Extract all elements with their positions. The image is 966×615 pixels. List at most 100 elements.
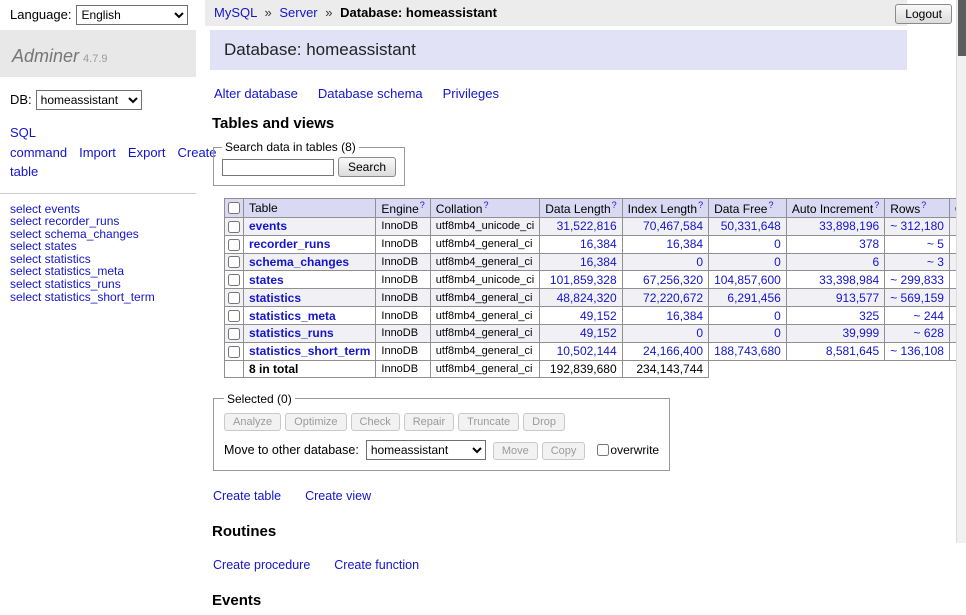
move-button[interactable]: Move [493,442,538,460]
rows-value[interactable]: ~ 5 [927,237,944,251]
logout-button[interactable]: Logout [895,4,952,24]
auto-increment-value[interactable]: 6 [873,255,880,269]
data-length-value[interactable]: 16,384 [580,237,617,251]
row-checkbox[interactable] [228,328,240,340]
table-link-statistics[interactable]: statistics [249,291,301,305]
copy-button[interactable]: Copy [542,442,586,460]
create-link-create-view[interactable]: Create view [305,489,371,503]
help-icon[interactable]: ? [698,200,703,210]
breadcrumb-server[interactable]: Server [279,5,317,20]
data-free-value[interactable]: 6,291,456 [727,291,780,305]
rows-value[interactable]: ~ 569,159 [890,291,944,305]
search-input[interactable] [222,159,334,176]
index-length-value[interactable]: 72,220,672 [643,291,703,305]
overwrite-checkbox[interactable] [597,444,609,456]
column-header-rows[interactable]: Rows? [885,199,950,218]
row-checkbox[interactable] [228,221,240,233]
table-link-statistics-meta[interactable]: statistics_meta [249,309,336,323]
help-icon[interactable]: ? [921,200,926,210]
index-length-value[interactable]: 0 [696,326,703,340]
index-length-value[interactable]: 16,384 [666,237,703,251]
db-action-link-alter-database[interactable]: Alter database [214,86,298,101]
data-free-value[interactable]: 0 [774,309,781,323]
sidebar-link-import[interactable]: Import [79,145,116,160]
data-length-value[interactable]: 101,859,328 [550,273,617,287]
auto-increment-value[interactable]: 33,398,984 [819,273,879,287]
search-button[interactable]: Search [338,157,396,177]
column-header-auto-increment[interactable]: Auto Increment? [786,199,884,218]
help-icon[interactable]: ? [874,200,879,210]
column-header-data-length[interactable]: Data Length? [540,199,622,218]
row-checkbox[interactable] [228,292,240,304]
index-length-value[interactable]: 70,467,584 [643,219,703,233]
row-checkbox[interactable] [228,274,240,286]
rows-value[interactable]: ~ 299,833 [890,273,944,287]
column-header-table[interactable]: Table [244,199,376,218]
auto-increment-value[interactable]: 378 [859,237,879,251]
row-checkbox[interactable] [228,256,240,268]
data-free-value[interactable]: 50,331,648 [721,219,781,233]
help-icon[interactable]: ? [612,200,617,210]
sidebar-table-link-select-recorder-runs[interactable]: select recorder_runs [10,215,196,228]
row-checkbox[interactable] [228,346,240,358]
truncate-button[interactable]: Truncate [458,413,519,431]
rows-value[interactable]: ~ 244 [914,309,944,323]
routine-link-create-procedure[interactable]: Create procedure [213,558,310,572]
auto-increment-value[interactable]: 913,577 [836,291,879,305]
help-icon[interactable]: ? [420,200,425,210]
data-length-value[interactable]: 16,384 [580,255,617,269]
data-length-value[interactable]: 49,152 [580,309,617,323]
db-action-link-database-schema[interactable]: Database schema [318,86,423,101]
breadcrumb-mysql[interactable]: MySQL [214,5,257,20]
db-action-link-privileges[interactable]: Privileges [443,86,499,101]
data-length-value[interactable]: 31,522,816 [557,219,617,233]
drop-button[interactable]: Drop [523,413,565,431]
index-length-value[interactable]: 0 [696,255,703,269]
row-checkbox[interactable] [228,239,240,251]
create-link-create-table[interactable]: Create table [213,489,281,503]
rows-value[interactable]: ~ 312,180 [890,219,944,233]
table-link-recorder-runs[interactable]: recorder_runs [249,237,330,251]
sidebar-table-link-select-statistics-short-term[interactable]: select statistics_short_term [10,291,196,304]
move-database-select[interactable]: homeassistant [366,440,486,460]
index-length-value[interactable]: 16,384 [666,309,703,323]
help-icon[interactable]: ? [483,200,488,210]
data-length-value[interactable]: 10,502,144 [557,344,617,358]
row-checkbox[interactable] [228,310,240,322]
sidebar-link-export[interactable]: Export [128,145,166,160]
scrollbar-thumb[interactable] [958,0,966,56]
help-icon[interactable]: ? [768,200,773,210]
sidebar-link-sql-command[interactable]: SQL command [10,125,67,160]
auto-increment-value[interactable]: 325 [859,309,879,323]
data-free-value[interactable]: 0 [774,237,781,251]
column-header-index-length[interactable]: Index Length? [622,199,708,218]
table-link-states[interactable]: states [249,273,284,287]
data-free-value[interactable]: 104,857,600 [714,273,781,287]
language-select[interactable]: English [76,5,188,25]
table-link-statistics-runs[interactable]: statistics_runs [249,326,334,340]
repair-button[interactable]: Repair [404,413,454,431]
column-header-data-free[interactable]: Data Free? [709,199,787,218]
auto-increment-value[interactable]: 39,999 [843,326,880,340]
vertical-scrollbar[interactable] [956,0,966,543]
auto-increment-value[interactable]: 8,581,645 [826,344,879,358]
sidebar-table-link-select-states[interactable]: select states [10,240,196,253]
data-free-value[interactable]: 0 [774,255,781,269]
optimize-button[interactable]: Optimize [285,413,346,431]
table-link-schema-changes[interactable]: schema_changes [249,255,349,269]
table-link-events[interactable]: events [249,219,287,233]
analyze-button[interactable]: Analyze [224,413,281,431]
column-header-engine[interactable]: Engine? [376,199,430,218]
select-all-checkbox[interactable] [228,202,240,214]
data-length-value[interactable]: 49,152 [580,326,617,340]
auto-increment-value[interactable]: 33,898,196 [819,219,879,233]
index-length-value[interactable]: 67,256,320 [643,273,703,287]
table-link-statistics-short-term[interactable]: statistics_short_term [249,344,370,358]
column-header-collation[interactable]: Collation? [430,199,539,218]
data-free-value[interactable]: 0 [774,326,781,340]
sidebar-table-link-select-statistics-runs[interactable]: select statistics_runs [10,278,196,291]
data-length-value[interactable]: 48,824,320 [557,291,617,305]
rows-value[interactable]: ~ 136,108 [890,344,944,358]
db-select[interactable]: homeassistant [36,90,142,110]
routine-link-create-function[interactable]: Create function [334,558,419,572]
